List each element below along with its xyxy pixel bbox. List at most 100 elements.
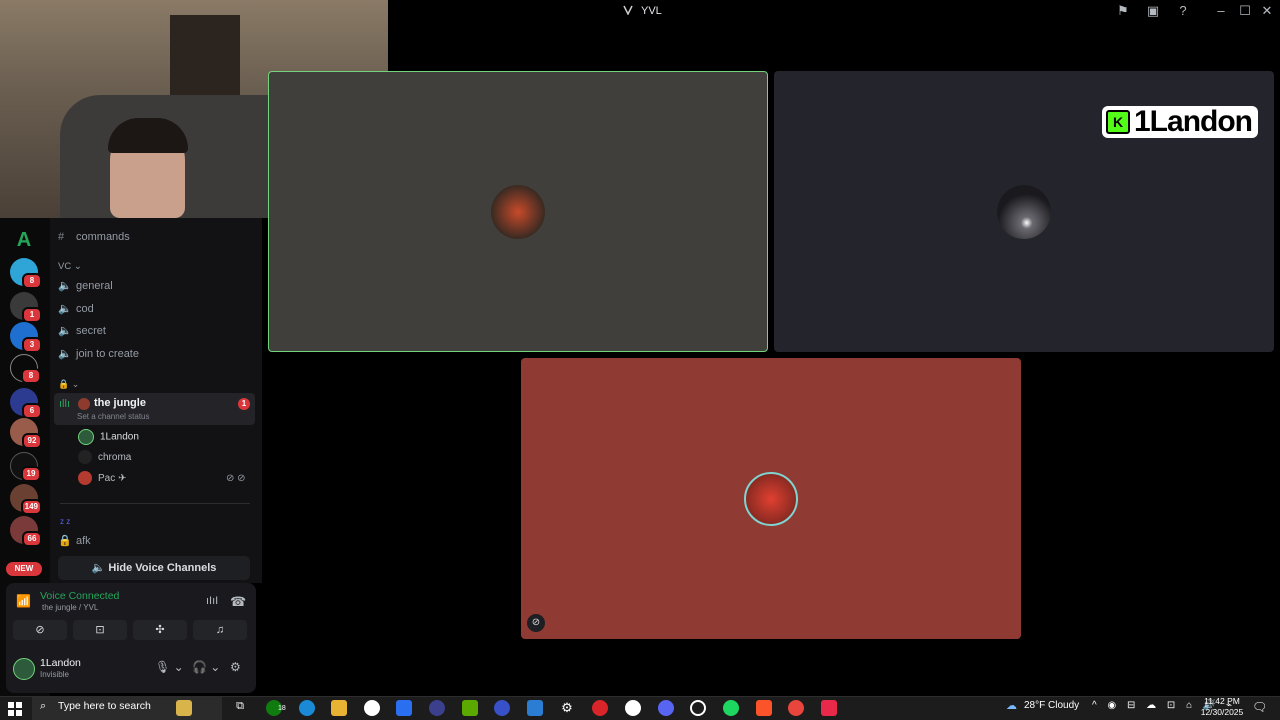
inbox-icon[interactable]: ⚑ <box>1114 2 1132 20</box>
divider <box>60 503 250 504</box>
lock-icon: 🔒 <box>58 379 70 389</box>
channel-general[interactable]: 🔈 general <box>58 276 113 296</box>
hide-voice-channels-button[interactable]: 🔈 Hide Voice Channels <box>58 556 250 580</box>
channel-avatar <box>78 398 90 410</box>
speaker-icon: 🔈 <box>91 562 109 574</box>
camera-button[interactable]: ⊘ <box>13 620 67 640</box>
avatar <box>997 185 1051 239</box>
server-logo[interactable]: 8 <box>10 354 41 384</box>
close-icon[interactable]: ✕ <box>1258 2 1276 20</box>
server-icon <box>623 5 633 15</box>
maximize-icon[interactable]: ☐ <box>1236 2 1254 20</box>
app-icon[interactable] <box>429 700 445 716</box>
video-tile-1landon[interactable] <box>268 71 768 352</box>
store-icon[interactable] <box>396 700 412 716</box>
brave-icon[interactable] <box>756 700 772 716</box>
activities-button[interactable]: ✣ <box>133 620 187 640</box>
channel-join-to-create[interactable]: 🔈 join to create <box>58 344 139 364</box>
server-blue[interactable]: 3 <box>10 322 42 353</box>
obs-icon[interactable] <box>690 700 706 716</box>
discord-icon[interactable] <box>658 700 674 716</box>
avatar <box>78 471 92 486</box>
voice-wave-icon: ıllı <box>59 398 70 410</box>
minimize-icon[interactable]: – <box>1212 2 1230 20</box>
activities-icon: ✣ <box>155 624 165 636</box>
video-tile-pac[interactable] <box>521 358 1021 639</box>
sleep-icon: z z <box>60 517 71 526</box>
channel-secret[interactable]: 🔈 secret <box>58 321 106 341</box>
avatar[interactable] <box>13 658 35 680</box>
avatar <box>78 450 92 465</box>
new-pill[interactable]: NEW <box>6 562 42 576</box>
server-white[interactable]: 1 <box>10 292 42 323</box>
avatar <box>744 472 798 526</box>
spotify-icon[interactable] <box>723 700 739 716</box>
mention-badge: 1 <box>238 398 250 410</box>
search-icon: ⌕ <box>40 700 47 712</box>
avatar <box>78 429 94 445</box>
steam-icon[interactable] <box>364 700 380 716</box>
speaker-icon: 🔈 <box>58 303 72 315</box>
calculator-icon[interactable] <box>527 700 543 716</box>
member-1landon[interactable]: 1Landon <box>78 429 139 445</box>
server-a[interactable]: A <box>10 226 38 254</box>
active-channel-name: the jungle <box>94 397 146 409</box>
channel-cod[interactable]: 🔈 cod <box>58 299 94 319</box>
voice-connected-status[interactable]: Voice Connected <box>40 590 119 602</box>
headset-icon[interactable]: 🎧 ⌄ <box>192 660 220 674</box>
kick-logo-icon: K <box>1106 110 1130 134</box>
server-yellow[interactable]: 8 <box>10 258 42 289</box>
lock-icon: 🔒 <box>58 535 72 547</box>
deafened-icon: ⊘ <box>527 614 545 632</box>
search-placeholder[interactable]: Type here to search <box>58 700 151 712</box>
disconnect-icon[interactable]: ☎ <box>230 594 246 610</box>
user-name[interactable]: 1Landon <box>40 657 81 669</box>
xbox-icon[interactable]: 18 <box>266 700 286 716</box>
settings-icon[interactable]: ⚙ <box>559 700 575 716</box>
edge-icon[interactable] <box>299 700 315 716</box>
member-pac[interactable]: Pac ✈ <box>78 471 126 487</box>
microphone-icon[interactable]: 🎙 ⌄ <box>155 660 184 674</box>
connection-icon: 📶 <box>16 594 31 608</box>
category-vc[interactable]: VC ⌄ <box>58 257 82 277</box>
soundboard-button[interactable]: ♫ <box>193 620 247 640</box>
noise-suppression-icon[interactable]: ıIıI <box>206 595 218 607</box>
task-view-icon[interactable]: ⧉ <box>232 700 248 716</box>
speaker-icon: 🔈 <box>58 280 72 292</box>
notifications-icon[interactable]: 🗨 <box>1252 700 1267 714</box>
speaker-icon: 🔈 <box>58 325 72 337</box>
windows-start-icon[interactable] <box>8 702 22 716</box>
chrome-icon[interactable] <box>788 700 804 716</box>
channel-status-link[interactable]: Set a channel status <box>77 412 150 421</box>
stream-name-overlay: K 1Landon <box>1102 105 1258 138</box>
file-explorer-icon[interactable] <box>331 700 347 716</box>
server-photo[interactable]: 92 <box>10 418 42 449</box>
camera-off-icon: ⊘ <box>35 624 45 636</box>
nvidia-icon[interactable] <box>462 700 478 716</box>
weather-icon: ☁ <box>1006 700 1017 712</box>
channel-commands[interactable]: # commands <box>58 227 130 247</box>
overlay-name: 1Landon <box>1134 105 1253 138</box>
search-highlight-icon[interactable] <box>176 700 192 716</box>
lock-category[interactable]: 🔒 ⌄ <box>58 374 79 394</box>
server-text[interactable]: 19 <box>10 452 41 482</box>
window-title: YVL <box>641 5 662 17</box>
settings-gear-icon[interactable]: ⚙ <box>230 660 241 674</box>
server-red[interactable]: 6 <box>10 388 42 419</box>
google-icon[interactable] <box>625 700 641 716</box>
server-person[interactable]: 149 <box>10 484 42 515</box>
channel-afk[interactable]: 🔒 afk <box>58 531 91 551</box>
screen-icon[interactable]: ▣ <box>1144 2 1162 20</box>
taskbar-clock[interactable]: 11:42 PM 12/30/2025 <box>1196 696 1248 718</box>
hash-icon: # <box>58 231 65 243</box>
red-app-icon[interactable] <box>592 700 608 716</box>
app-red-icon[interactable] <box>821 700 837 716</box>
member-chroma[interactable]: chroma <box>78 450 131 466</box>
screenshare-button[interactable]: ⊡ <box>73 620 127 640</box>
weather-text[interactable]: 28°F Cloudy <box>1024 700 1079 711</box>
help-icon[interactable]: ? <box>1174 2 1192 20</box>
voice-location[interactable]: the jungle / YVL <box>42 603 98 612</box>
media-icon[interactable] <box>494 700 510 716</box>
server-face[interactable]: 66 <box>10 516 42 547</box>
screenshare-icon: ⊡ <box>95 624 105 636</box>
